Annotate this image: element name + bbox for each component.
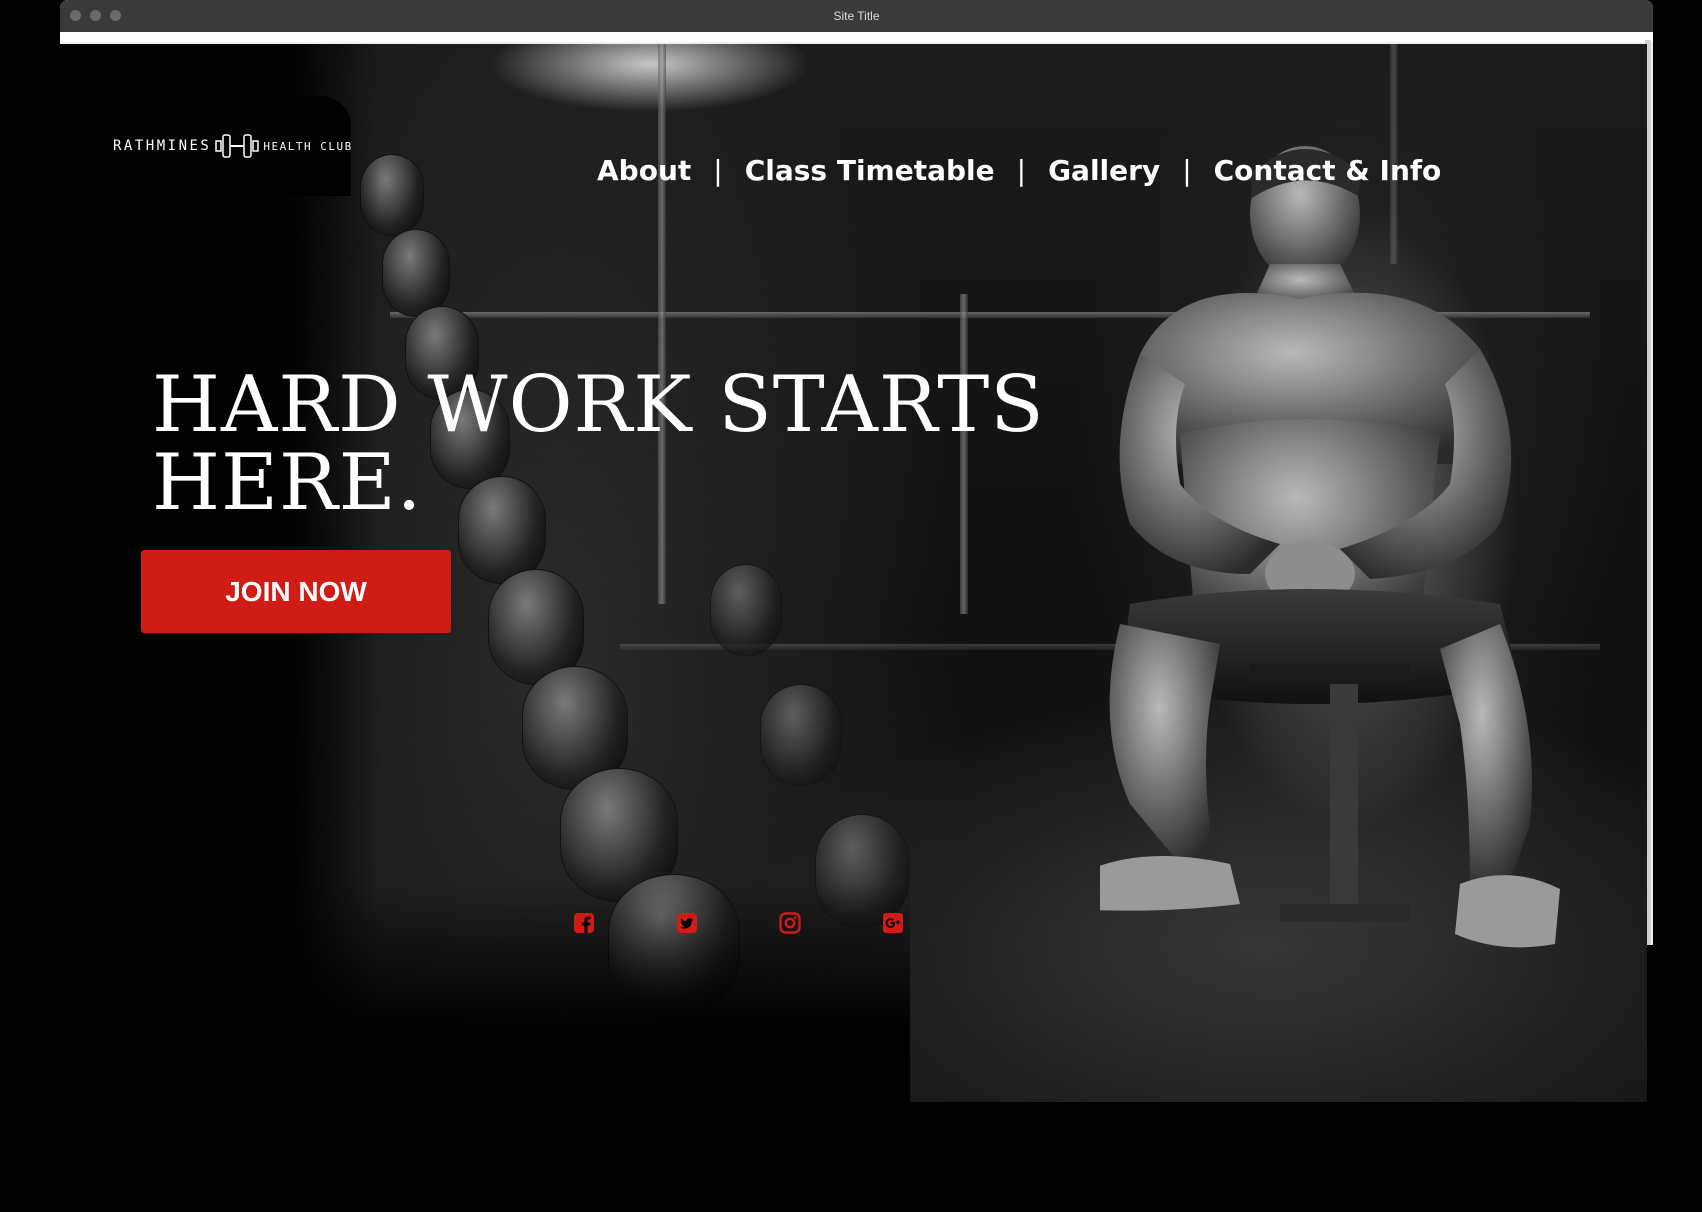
instagram-icon[interactable] — [779, 912, 801, 934]
facebook-icon[interactable] — [573, 912, 595, 934]
join-now-button[interactable]: JOIN NOW — [141, 550, 451, 633]
page-top-border — [60, 32, 1653, 42]
hero-headline: HARD WORK STARTS HERE. — [152, 366, 1052, 522]
hero-headline-line2: HERE. — [152, 438, 423, 528]
athlete-photo — [1100, 146, 1560, 948]
site-logo[interactable]: RATHMINES HEALTH CLUB — [113, 132, 353, 160]
hero-headline-line1: HARD WORK STARTS — [152, 360, 1045, 450]
title-bar: Site Title — [60, 0, 1653, 32]
logo-name-right: HEALTH CLUB — [263, 139, 353, 153]
google-plus-icon[interactable] — [882, 912, 904, 934]
nav-contact-info[interactable]: Contact & Info — [1214, 154, 1442, 187]
nav-separator: | — [713, 154, 723, 187]
twitter-icon[interactable] — [676, 912, 698, 934]
dumbbell-logo-icon — [215, 134, 260, 158]
nav-separator: | — [1016, 154, 1027, 187]
dumbbell — [760, 684, 842, 786]
nav-about[interactable]: About — [597, 154, 691, 187]
dumbbell — [382, 229, 450, 317]
nav-separator: | — [1182, 154, 1192, 187]
main-nav: About | Class Timetable | Gallery | Cont… — [597, 154, 1441, 187]
nav-gallery[interactable]: Gallery — [1048, 154, 1160, 187]
dumbbell — [710, 564, 782, 656]
window-title: Site Title — [833, 9, 880, 23]
nav-class-timetable[interactable]: Class Timetable — [745, 154, 995, 187]
logo-name-left: RATHMINES — [113, 138, 212, 154]
